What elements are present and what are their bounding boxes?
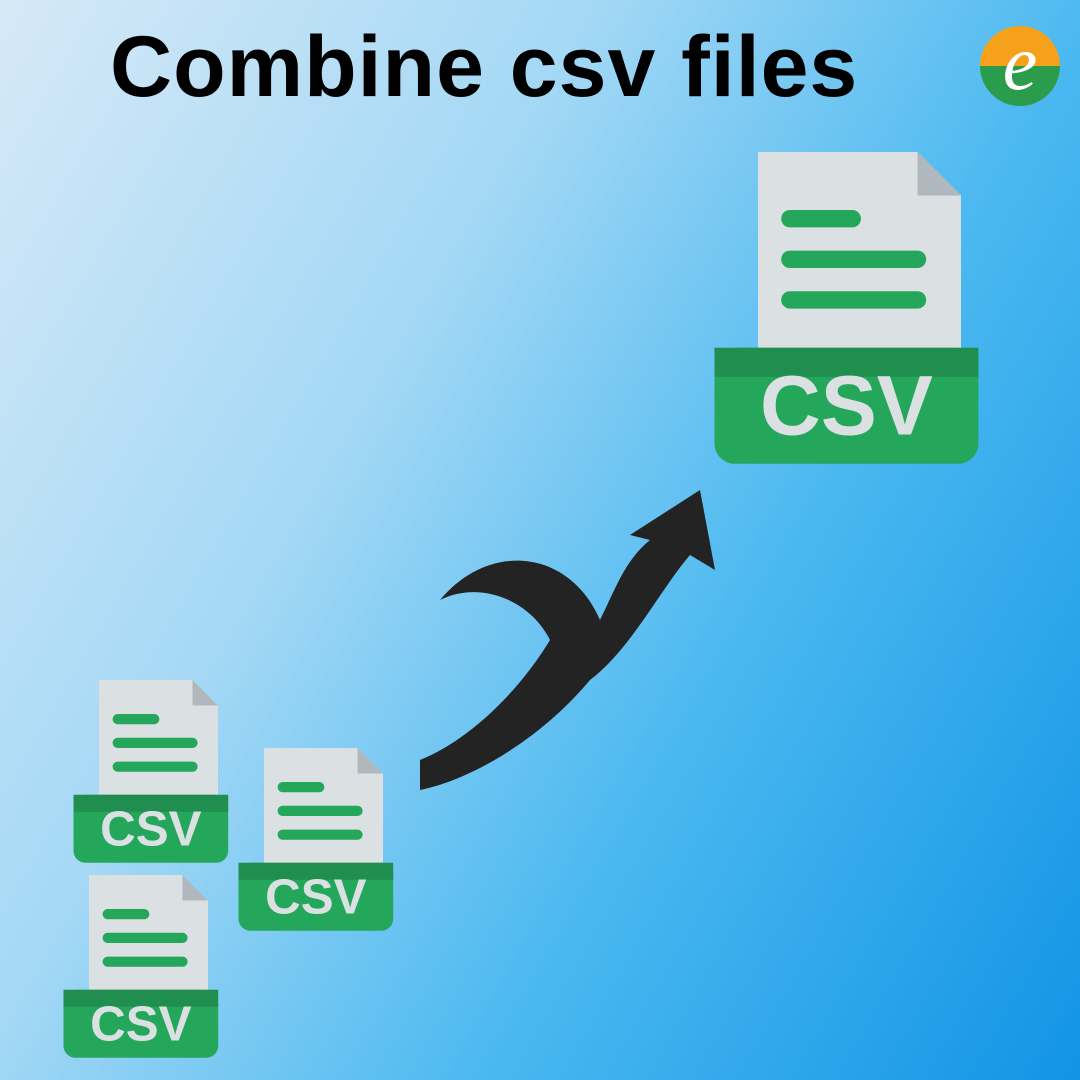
csv-source-icon-2: CSV <box>230 748 400 935</box>
brand-logo: e <box>980 26 1060 106</box>
logo-circle: e <box>980 26 1060 106</box>
csv-source-icon-3: CSV <box>55 875 225 1062</box>
csv-label: CSV <box>265 870 366 925</box>
csv-label: CSV <box>100 802 201 857</box>
merge-arrow-icon <box>400 490 730 790</box>
logo-letter: e <box>1003 40 1038 87</box>
csv-source-icon-1: CSV <box>65 680 235 867</box>
csv-label: CSV <box>760 359 933 453</box>
csv-label: CSV <box>90 997 191 1052</box>
page-title: Combine csv files <box>110 18 858 117</box>
csv-combined-icon: CSV <box>700 152 990 471</box>
